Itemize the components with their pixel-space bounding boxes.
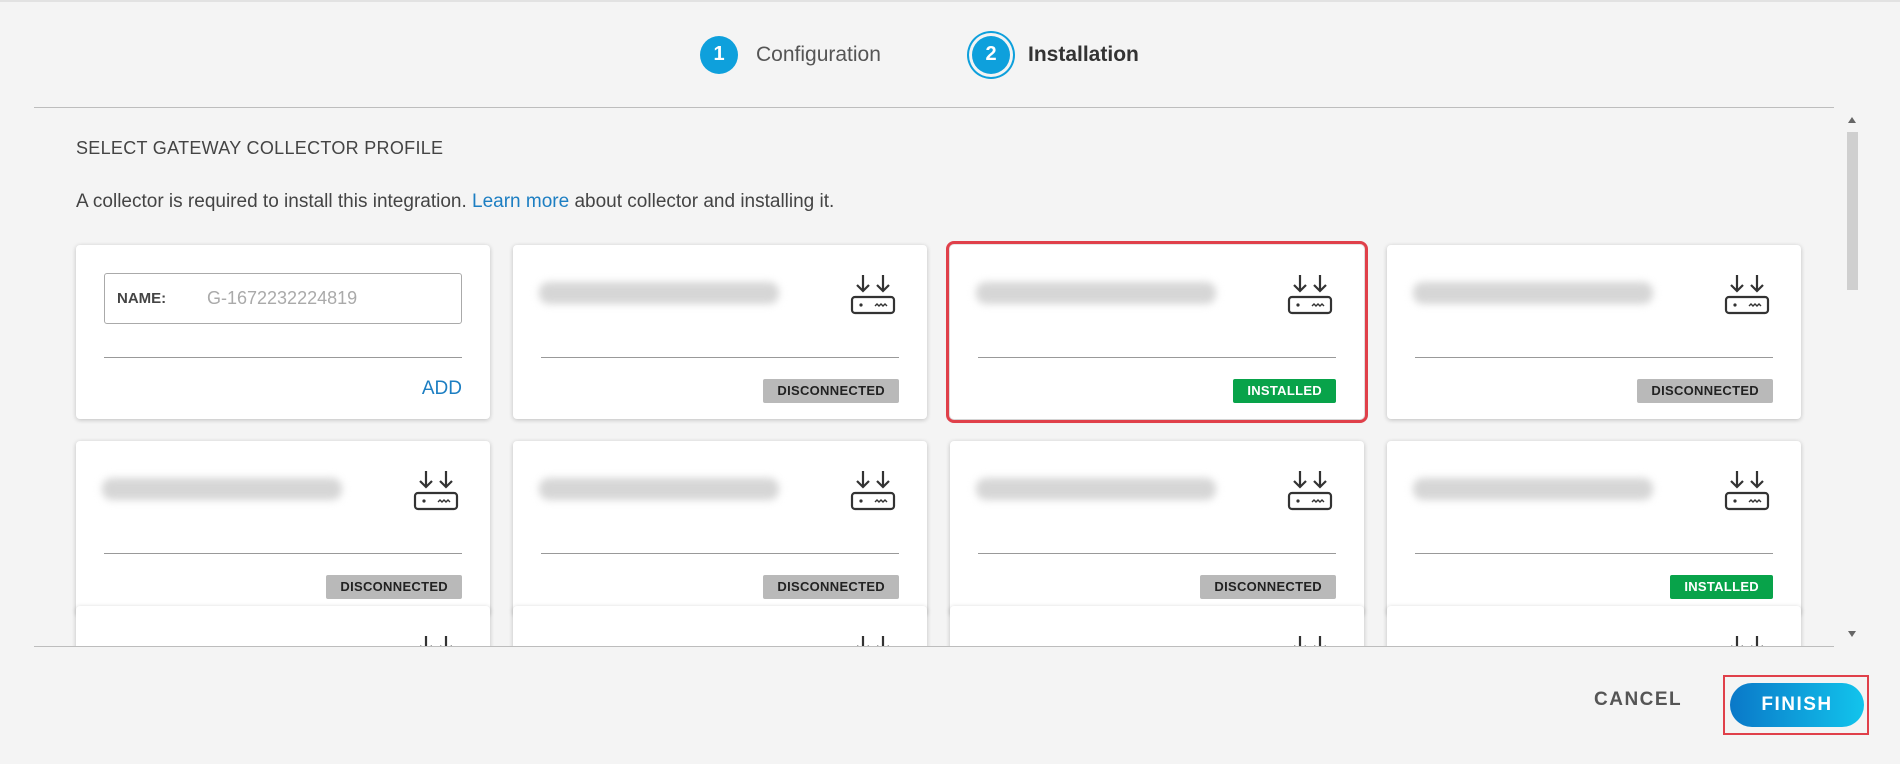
status-badge: DISCONNECTED <box>1637 379 1773 403</box>
gateway-icon <box>412 634 460 646</box>
gateway-icon <box>1286 634 1334 646</box>
step-label: Configuration <box>756 42 881 66</box>
step-number: 1 <box>700 35 738 74</box>
top-border <box>0 0 1900 2</box>
card-divider <box>1415 357 1773 358</box>
collector-name-redacted <box>1413 478 1653 500</box>
finish-button[interactable]: FINISH <box>1730 683 1864 727</box>
vertical-scrollbar[interactable] <box>1845 108 1859 646</box>
collector-card[interactable] <box>1387 606 1801 646</box>
finish-highlight: FINISH <box>1723 675 1869 735</box>
card-divider <box>978 553 1336 554</box>
collector-name-redacted <box>539 478 779 500</box>
card-divider <box>541 357 899 358</box>
gateway-icon <box>1723 634 1771 646</box>
collector-card[interactable]: DISCONNECTED <box>1387 245 1801 419</box>
collector-card[interactable] <box>950 606 1364 646</box>
card-divider <box>1415 553 1773 554</box>
gateway-icon <box>849 469 897 513</box>
step-installation[interactable]: 2 Installation <box>972 32 1139 77</box>
step-number: 2 <box>972 35 1010 74</box>
status-badge: DISCONNECTED <box>763 575 899 599</box>
status-badge: DISCONNECTED <box>763 379 899 403</box>
collector-card[interactable] <box>76 606 490 646</box>
status-badge: INSTALLED <box>1670 575 1773 599</box>
intro-text: A collector is required to install this … <box>76 191 834 213</box>
gateway-icon <box>849 273 897 317</box>
intro-text-end: about collector and installing it. <box>569 191 835 212</box>
status-badge: DISCONNECTED <box>326 575 462 599</box>
collector-list-panel: SELECT GATEWAY COLLECTOR PROFILE A colle… <box>34 108 1834 646</box>
card-divider <box>104 357 462 358</box>
collector-name-redacted <box>539 282 779 304</box>
collector-card[interactable]: INSTALLED <box>946 241 1368 423</box>
card-divider <box>978 357 1336 358</box>
card-divider <box>541 553 899 554</box>
name-field[interactable]: NAME: <box>104 273 462 324</box>
add-collector-button[interactable]: ADD <box>422 378 462 400</box>
intro-text-start: A collector is required to install this … <box>76 191 473 212</box>
new-collector-card: NAME: ADD <box>76 245 490 419</box>
collector-name-input[interactable] <box>205 287 449 310</box>
scroll-up-arrow-icon[interactable] <box>1848 117 1856 123</box>
collector-card[interactable]: INSTALLED <box>1387 441 1801 615</box>
collector-card[interactable]: DISCONNECTED <box>513 441 927 615</box>
collector-name-redacted <box>976 282 1216 304</box>
status-badge: DISCONNECTED <box>1200 575 1336 599</box>
step-label: Installation <box>1028 42 1139 66</box>
cancel-button[interactable]: CANCEL <box>1588 688 1688 712</box>
divider <box>34 646 1834 647</box>
stepper: 1 Configuration 2 Installation <box>700 32 1180 77</box>
gateway-icon <box>1723 273 1771 317</box>
collector-name-redacted <box>102 478 342 500</box>
gateway-icon <box>412 469 460 513</box>
collector-card[interactable] <box>513 606 927 646</box>
learn-more-link[interactable]: Learn more <box>472 191 569 212</box>
collector-card[interactable]: DISCONNECTED <box>950 441 1364 615</box>
collector-card[interactable]: DISCONNECTED <box>513 245 927 419</box>
gateway-icon <box>849 634 897 646</box>
section-title: SELECT GATEWAY COLLECTOR PROFILE <box>76 138 444 158</box>
collector-name-redacted <box>1413 282 1653 304</box>
gateway-icon <box>1286 469 1334 513</box>
gateway-icon <box>1723 469 1771 513</box>
scrollbar-thumb[interactable] <box>1847 132 1858 290</box>
status-badge: INSTALLED <box>1233 379 1336 403</box>
step-configuration[interactable]: 1 Configuration <box>700 32 881 77</box>
name-label: NAME: <box>117 290 167 307</box>
card-divider <box>104 553 462 554</box>
collector-name-redacted <box>976 478 1216 500</box>
scroll-down-arrow-icon[interactable] <box>1848 631 1856 637</box>
gateway-icon <box>1286 273 1334 317</box>
collector-card[interactable]: DISCONNECTED <box>76 441 490 615</box>
